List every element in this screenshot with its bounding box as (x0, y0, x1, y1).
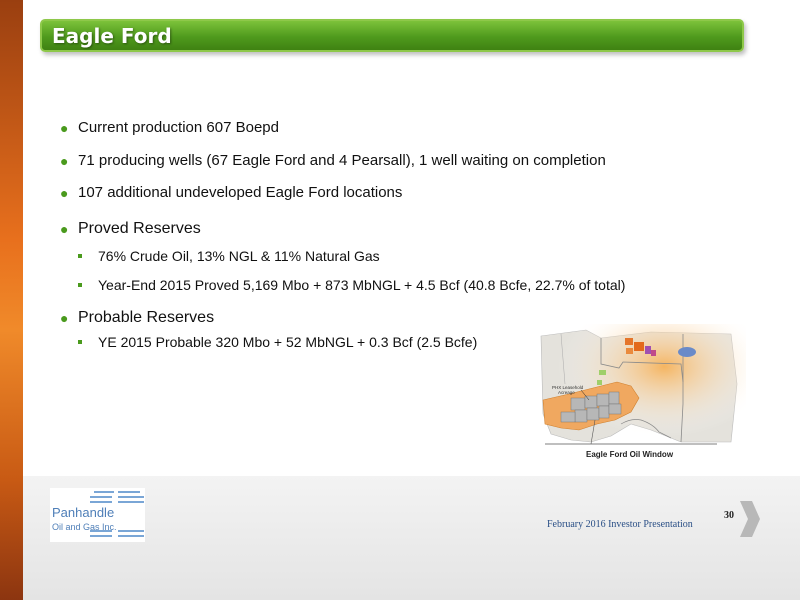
bullet-text: 71 producing wells (67 Eagle Ford and 4 … (78, 152, 606, 169)
square-bullet-icon (78, 283, 82, 287)
sub-bullet-item: Year-End 2015 Proved 5,169 Mbo + 873 MbN… (58, 276, 738, 307)
next-chevron-icon (740, 501, 760, 537)
logo-name: Panhandle (52, 505, 115, 520)
sub-bullet-item: 76% Crude Oil, 13% NGL & 11% Natural Gas (58, 247, 738, 276)
company-logo: Panhandle Oil and Gas Inc. (50, 488, 145, 542)
square-bullet-icon (78, 254, 82, 258)
map-caption: Eagle Ford Oil Window (586, 450, 674, 459)
bullet-text: Proved Reserves (78, 220, 201, 237)
bullet-dot-icon: ● (60, 185, 69, 201)
bullet-item: ● 107 additional undeveloped Eagle Ford … (58, 183, 738, 218)
page-number: 30 (724, 510, 734, 521)
sub-bullet-text: Year-End 2015 Proved 5,169 Mbo + 873 MbN… (98, 277, 626, 293)
bullet-text: 107 additional undeveloped Eagle Ford lo… (78, 184, 403, 201)
acreage-label-line2: Acreage (558, 390, 575, 395)
bullet-item: ● Current production 607 Boepd (58, 118, 738, 151)
slide-title: Eagle Ford (52, 24, 172, 48)
bullet-list: ● Current production 607 Boepd ● 71 prod… (58, 118, 738, 357)
bullet-text: Current production 607 Boepd (78, 119, 279, 136)
footer-presentation-label: February 2016 Investor Presentation (547, 519, 693, 530)
left-accent-bar (0, 0, 23, 600)
acreage-label: PHX Leasehold Acreage (552, 385, 583, 395)
square-bullet-icon (78, 340, 82, 344)
title-bar: Eagle Ford (40, 19, 744, 52)
bullet-item: ● 71 producing wells (67 Eagle Ford and … (58, 151, 738, 183)
bullet-dot-icon: ● (60, 310, 69, 326)
bullet-text: Probable Reserves (78, 309, 215, 326)
bullet-dot-icon: ● (60, 120, 69, 136)
sub-bullet-text: 76% Crude Oil, 13% NGL & 11% Natural Gas (98, 248, 380, 264)
bullet-dot-icon: ● (60, 153, 69, 169)
logo-subtitle: Oil and Gas Inc. (52, 522, 117, 532)
eagle-ford-map: PHX Leasehold Acreage Eagle Ford Oil Win… (531, 324, 746, 466)
bullet-item: ● Proved Reserves (58, 218, 738, 247)
sub-bullet-text: YE 2015 Probable 320 Mbo + 52 MbNGL + 0.… (98, 334, 478, 350)
map-graphic (531, 324, 746, 466)
bullet-dot-icon: ● (60, 221, 69, 237)
